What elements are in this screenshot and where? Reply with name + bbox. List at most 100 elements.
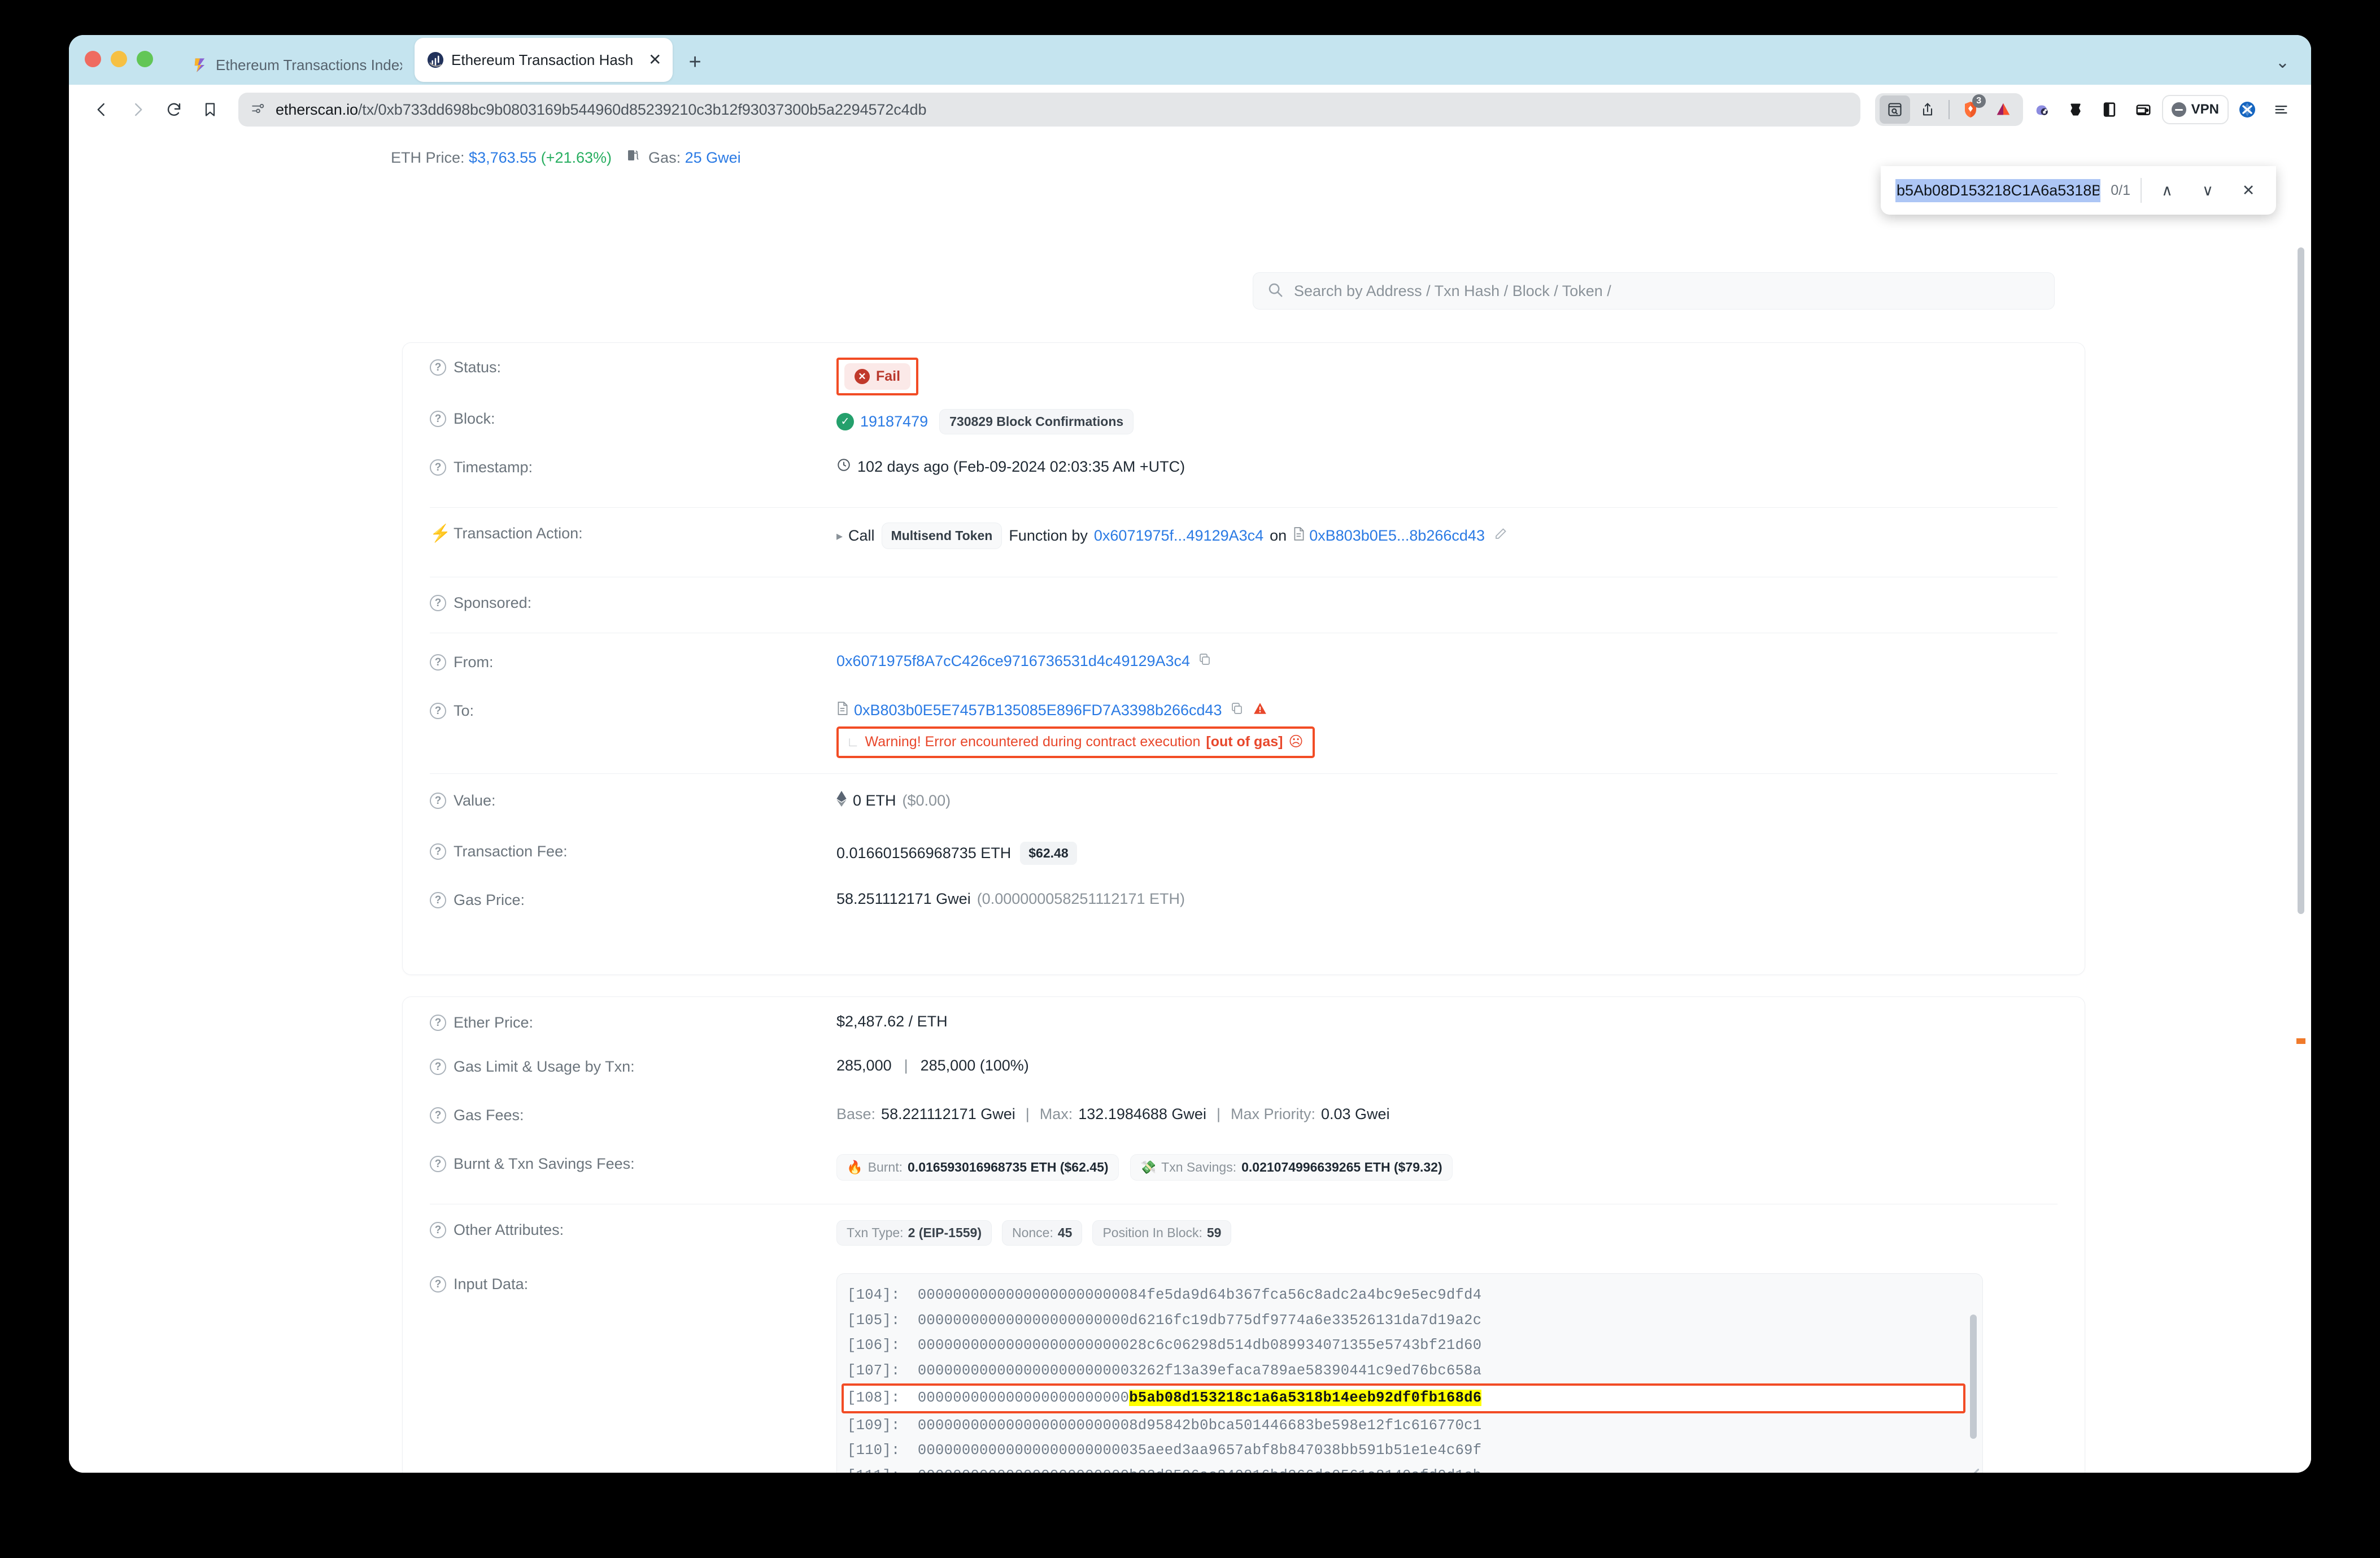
row-gas-limit: ? Gas Limit & Usage by Txn: 285,000 | 28… [403,1046,2085,1094]
sidebar-icon[interactable] [2094,95,2125,124]
help-icon[interactable]: ? [430,1156,446,1172]
position-val: 59 [1206,1225,1222,1240]
copy-icon[interactable] [1230,702,1244,719]
find-input[interactable] [1895,179,2101,202]
brave-rewards-icon[interactable] [1988,95,2019,124]
bookmark-icon[interactable] [194,94,226,125]
warning-triangle-icon[interactable] [1253,701,1267,720]
help-icon[interactable]: ? [430,1222,446,1238]
input-data-label: Input Data: [454,1276,529,1292]
profile-icon[interactable] [2232,95,2263,124]
status-annotation-box: ✕ Fail [836,358,919,395]
help-icon[interactable]: ? [430,703,446,719]
close-window-button[interactable] [85,50,101,67]
toolbar-group-primary: 3 [1875,93,2023,126]
close-tab-icon[interactable]: ✕ [648,52,661,68]
ether-icon [836,791,847,811]
browser-menu-icon[interactable] [2266,95,2296,124]
to-address-link[interactable]: 0xB803b0E5E7457B135085E896FD7A3398b266cd… [854,702,1222,719]
gas-fees-priority-label: Max Priority: [1230,1106,1315,1122]
site-settings-icon[interactable] [251,101,265,119]
gas-fees-label: Gas Fees: [454,1107,524,1124]
minimize-window-button[interactable] [111,50,127,67]
forward-button[interactable] [122,94,154,125]
find-close-button[interactable]: ✕ [2233,175,2264,206]
input-data-label-cell: ? Input Data: [430,1273,836,1293]
help-icon[interactable]: ? [430,793,446,809]
copy-icon[interactable] [1198,652,1211,670]
timestamp-value: 102 days ago (Feb-09-2024 02:03:35 AM +U… [857,458,1185,475]
reload-button[interactable] [158,94,190,125]
fee-label-cell: ? Transaction Fee: [430,841,836,860]
x-circle-icon: ✕ [855,369,870,384]
help-icon[interactable]: ? [430,1107,446,1124]
gas-usage-value: 285,000 (100%) [920,1057,1029,1074]
timestamp-label: Timestamp: [454,459,533,476]
hex-zeros: 00000000000000000000000 [917,1442,1121,1459]
site-search-input[interactable]: Search by Address / Txn Hash / Block / T… [1253,272,2055,310]
gas-fees-sep-2: | [1216,1106,1220,1122]
metamask-icon[interactable] [2060,95,2091,124]
new-tab-button[interactable]: + [688,50,701,75]
eth-price-change: (+21.63%) [540,149,612,166]
browser-tab-2[interactable]: Ethereum Transaction Hash (T ✕ [415,38,673,82]
value-label: Value: [454,792,496,809]
back-button[interactable] [86,94,117,125]
caret-right-icon[interactable]: ▸ [836,529,843,543]
row-ether-price: ? Ether Price: $2,487.62 / ETH [403,997,2085,1046]
help-icon[interactable]: ? [430,843,446,860]
from-address-link[interactable]: 0x6071975f8A7cC426ce9716736531d4c49129A3… [836,652,1190,670]
ether-price-label-cell: ? Ether Price: [430,1012,836,1032]
help-icon[interactable]: ? [430,359,446,376]
brave-shields-icon[interactable]: 3 [1955,94,1986,124]
share-icon[interactable] [1912,95,1943,124]
hex-index: [105] [847,1312,892,1329]
help-icon[interactable]: ? [430,595,446,611]
browser-tab-1[interactable]: Ethereum Transactions Index Com [179,45,415,85]
chevron-down-icon[interactable]: ⌄ [2276,53,2290,72]
help-icon[interactable]: ? [430,1276,446,1292]
block-label-cell: ? Block: [430,408,836,428]
hex-line: [109]: 0000000000000000000000008d95842b0… [847,1417,1482,1434]
txn-action-contract-link[interactable]: 0xB803b0E5...8b266cd43 [1309,527,1485,545]
money-icon: 💸 [1140,1160,1157,1174]
help-icon[interactable]: ? [430,1059,446,1075]
pencil-icon[interactable] [1494,527,1507,545]
help-icon[interactable]: ? [430,1015,446,1031]
address-bar[interactable]: etherscan.io/tx/0xb733dd698bc9b0803169b5… [238,93,1860,127]
hex-line: [107]: 0000000000000000000000003262f13a3… [847,1362,1482,1379]
input-data-scrollbar[interactable] [1970,1315,1977,1439]
tab-title: Ethereum Transaction Hash (T [451,51,638,68]
vpn-status-icon [2171,102,2186,117]
privacy-badger-icon[interactable] [2026,95,2057,124]
etherscan-logo-icon [427,51,444,68]
wallet-icon[interactable] [2128,95,2159,124]
hex-index: [110] [847,1442,892,1459]
reader-view-icon[interactable] [1879,95,1910,124]
input-data-textarea[interactable]: [104]: 00000000000000000000000084fe5da9d… [836,1273,1983,1473]
vpn-toggle-button[interactable]: VPN [2161,95,2229,124]
gas-limit-separator: | [904,1057,908,1074]
gas-value[interactable]: 25 Gwei [685,149,741,166]
eth-price-value[interactable]: $3,763.55 [469,149,537,166]
position-chip: Position In Block: 59 [1092,1220,1232,1246]
help-icon[interactable]: ? [430,892,446,908]
maximize-window-button[interactable] [137,50,153,67]
help-icon[interactable]: ? [430,654,446,671]
eth-price-ticker: ETH Price: $3,763.55 (+21.63%) Gas: 25 G… [391,148,741,167]
find-next-button[interactable]: ∨ [2192,175,2223,206]
page-scrollbar[interactable] [2298,247,2304,914]
block-number-link[interactable]: 19187479 [860,413,928,430]
resize-handle[interactable] [1967,1469,1979,1473]
from-label: From: [454,654,494,671]
value-label-cell: ? Value: [430,790,836,810]
fee-value-cell: 0.016601566968735 ETH $62.48 [836,841,2058,865]
help-icon[interactable]: ? [430,411,446,427]
gas-price-eth: (0.000000058251112171 ETH) [977,890,1185,907]
gas-label: Gas: [648,149,681,166]
find-previous-button[interactable]: ∧ [2152,175,2182,206]
txn-action-caller-link[interactable]: 0x6071975f...49129A3c4 [1094,527,1263,545]
nonce-key: Nonce: [1012,1225,1053,1240]
help-icon[interactable]: ? [430,459,446,476]
address-host: etherscan.io [276,101,358,118]
